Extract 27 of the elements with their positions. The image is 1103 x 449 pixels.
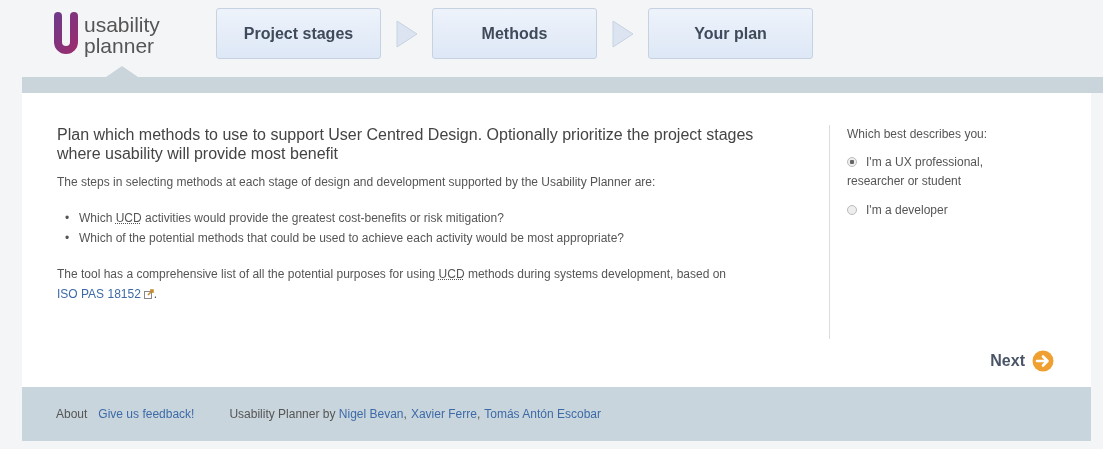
closing-text: The tool has a comprehensive list of all the potential purposes for using UCD methods during systems development, based on ISO PAS 18152 .: [57, 266, 728, 303]
intro-text: The steps in selecting methods at each stage of design and development supported by the Usability Planner are:: [57, 174, 657, 191]
bullet-item: Which of the potential methods that could be used to achieve each activity would be most appropriate?: [79, 230, 624, 247]
arrow-icon: [396, 20, 418, 48]
intro-heading: Plan which methods to use to support User Centred Design. Optionally prioritize the project stages where usability will provide most benefit: [57, 125, 754, 163]
feedback-link[interactable]: Give us feedback!: [98, 407, 195, 421]
radio-option[interactable]: I'm a UX professional, researcher or student: [847, 153, 1037, 191]
bullet-icon: •: [65, 228, 79, 248]
about-link[interactable]: About: [56, 407, 88, 421]
external-link-icon: [143, 289, 154, 299]
radio-option[interactable]: I'm a developer: [847, 201, 1037, 220]
stage-tab[interactable]: Your plan: [648, 8, 813, 59]
bullet-icon: •: [65, 208, 79, 228]
arrow-right-icon[interactable]: [1032, 350, 1054, 372]
question-label: Which best describes you:: [847, 127, 989, 141]
arrow-icon: [612, 20, 634, 48]
next-button[interactable]: Next: [990, 352, 1025, 370]
credit-text: Usability Planner by Nigel Bevan, Xavier Ferre, Tomás Antón Escobar: [229, 407, 601, 421]
author-link[interactable]: Nigel Bevan: [338, 407, 404, 421]
author-link[interactable]: Tomás Antón Escobar: [484, 407, 601, 421]
iso-link[interactable]: ISO PAS 18152: [57, 287, 141, 301]
stage-tab[interactable]: Methods: [432, 8, 597, 59]
logo-text: usability planner: [84, 14, 160, 56]
author-link[interactable]: Xavier Ferre: [410, 407, 477, 421]
stage-tab[interactable]: Project stages: [216, 8, 381, 59]
bullet-item: Which UCD activities would provide the greatest cost-benefits or risk mitigation?: [79, 210, 504, 227]
logo-icon: [54, 12, 78, 56]
